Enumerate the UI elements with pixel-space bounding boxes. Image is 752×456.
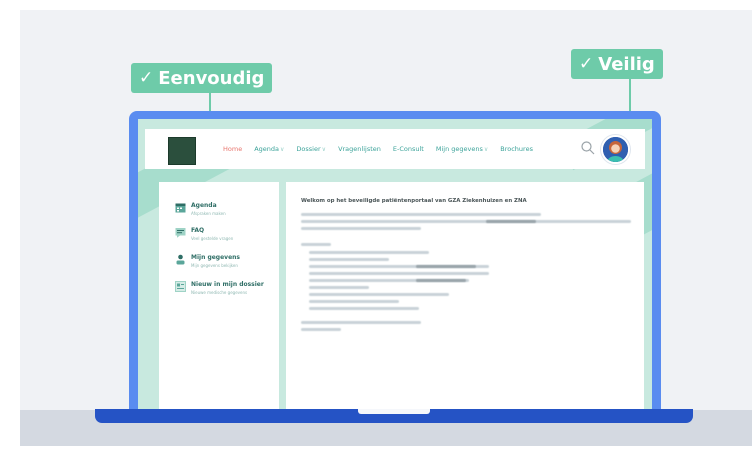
blurred-text-line (301, 243, 331, 246)
nav-agenda[interactable]: Agenda ∨ (254, 145, 284, 153)
laptop-screen: Home Agenda ∨ Dossier ∨ Vragenlijsten E- (138, 119, 652, 416)
sidebar-item-title: Agenda (191, 202, 217, 209)
nav-label: Brochures (500, 145, 533, 153)
blurred-text-line (301, 227, 421, 230)
nav-label: Vragenlijsten (338, 145, 381, 153)
blurred-text-line (309, 251, 429, 254)
main-nav: Home Agenda ∨ Dossier ∨ Vragenlijsten E- (223, 129, 533, 169)
laptop: Home Agenda ∨ Dossier ∨ Vragenlijsten E- (129, 111, 661, 416)
calendar-icon (175, 203, 186, 213)
sidebar-item-faq[interactable]: FAQ Veel gestelde vragen (175, 227, 233, 241)
page-title: Welkom op het beveiligde patiëntenportaa… (301, 198, 527, 204)
nav-label: Dossier (296, 145, 321, 153)
chevron-down-icon: ∨ (483, 145, 489, 153)
check-icon: ✓ (579, 54, 594, 74)
nav-mijn-gegevens[interactable]: Mijn gegevens ∨ (436, 145, 488, 153)
nav-label: Home (223, 145, 243, 153)
sidebar-item-subtitle: Afspraken maken (191, 211, 226, 216)
check-icon: ✓ (139, 68, 154, 88)
chevron-down-icon: ∨ (321, 145, 327, 153)
blurred-text-line (309, 272, 489, 275)
chat-icon (175, 228, 186, 238)
sidebar-item-title: FAQ (191, 227, 205, 234)
nav-label: Agenda (254, 145, 280, 153)
sidebar-item-subtitle: Veel gestelde vragen (191, 236, 234, 241)
annotation-label: Veilig (598, 53, 655, 75)
search-icon[interactable] (580, 140, 596, 156)
annotation-eenvoudig: ✓ Eenvoudig (131, 63, 273, 93)
sidebar-item-subtitle: Nieuwe medische gegevens (191, 290, 248, 295)
portal-header: Home Agenda ∨ Dossier ∨ Vragenlijsten E- (145, 129, 645, 169)
hospital-logo[interactable] (168, 137, 196, 165)
document-icon (175, 281, 186, 292)
blurred-text-line (309, 293, 449, 296)
nav-brochures[interactable]: Brochures (500, 145, 533, 153)
blurred-text-line (309, 258, 389, 261)
user-avatar[interactable] (601, 135, 630, 164)
sidebar-item-subtitle: Mijn gegevens bekijken (191, 263, 238, 268)
person-icon (176, 254, 185, 265)
blurred-text-line (309, 300, 399, 303)
blurred-text-line (301, 213, 541, 216)
nav-home[interactable]: Home (223, 145, 242, 153)
chevron-down-icon: ∨ (280, 145, 285, 153)
sidebar-item-title: Mijn gegevens (191, 254, 240, 261)
sidebar-item-title: Nieuw in mijn dossier (191, 281, 264, 288)
nav-e-consult[interactable]: E-Consult (393, 145, 424, 153)
laptop-base (95, 409, 693, 423)
annotation-veilig: ✓ Veilig (571, 49, 663, 79)
sidebar-item-agenda[interactable]: Agenda Afspraken maken (175, 202, 226, 216)
main-content: Welkom op het beveiligde patiëntenportaa… (286, 182, 644, 416)
background: ✓ Eenvoudig ✓ Veilig Home Agenda ∨ Dossi… (20, 10, 752, 446)
nav-vragenlijsten[interactable]: Vragenlijsten (338, 145, 381, 153)
blurred-text-line (416, 265, 476, 268)
blurred-text-line (301, 321, 421, 324)
sidebar-item-nieuw-in-dossier[interactable]: Nieuw in mijn dossier Nieuwe medische ge… (175, 281, 264, 295)
blurred-text-line (301, 328, 341, 331)
nav-dossier[interactable]: Dossier ∨ (296, 145, 326, 153)
nav-label: Mijn gegevens (435, 145, 483, 153)
blurred-text-line (309, 286, 369, 289)
sidebar: Agenda Afspraken maken FAQ Veel gestelde… (159, 182, 279, 416)
blurred-text-line (486, 220, 536, 223)
blurred-text-line (309, 307, 419, 310)
annotation-label: Eenvoudig (158, 67, 265, 89)
sidebar-item-mijn-gegevens[interactable]: Mijn gegevens Mijn gegevens bekijken (175, 254, 240, 268)
nav-label: E-Consult (392, 145, 424, 153)
blurred-text-line (416, 279, 466, 282)
avatar-icon (603, 137, 628, 162)
blurred-text-line (301, 220, 631, 223)
laptop-notch (358, 409, 430, 414)
